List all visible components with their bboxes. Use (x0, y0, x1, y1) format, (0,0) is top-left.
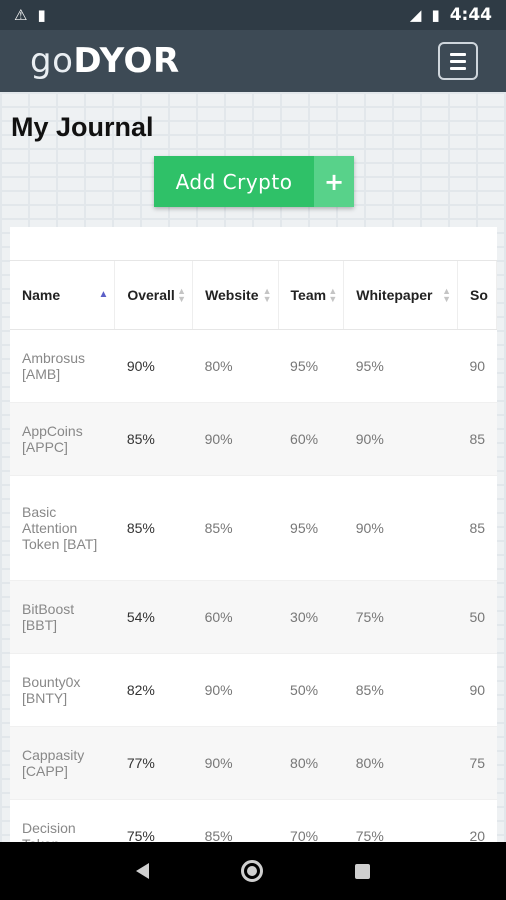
back-icon[interactable] (136, 863, 149, 879)
hamburger-menu-button[interactable] (438, 42, 478, 80)
cell-whitepaper: 75% (343, 580, 458, 654)
table-row[interactable]: Bounty0x [BNTY] 82% 90% 50% 85% 90 (10, 653, 497, 727)
cell-team: 50% (278, 653, 344, 727)
cell-website: 85% (192, 799, 279, 847)
add-crypto-button[interactable]: Add Crypto + (154, 156, 354, 207)
status-bar: ⚠ ▮ ◢ ▮ 4:44 (0, 0, 506, 30)
column-header-label: Team (290, 286, 327, 303)
table-row[interactable]: AppCoins [APPC] 85% 90% 60% 90% 85 (10, 402, 497, 476)
cell-website: 60% (192, 580, 279, 654)
column-header-label: So (470, 286, 488, 303)
cell-so: 85 (457, 402, 497, 476)
cell-website: 90% (192, 726, 279, 800)
cell-overall: 75% (114, 799, 193, 847)
cell-name: Ambrosus [AMB] (10, 329, 115, 403)
cell-team: 80% (278, 726, 344, 800)
cell-name: AppCoins [APPC] (10, 402, 115, 476)
table-toolbar (10, 227, 497, 261)
page-content: My Journal Add Crypto + Name ▲ Overall ▲ ▼ … (0, 92, 506, 847)
cell-overall: 85% (114, 475, 193, 581)
table-row[interactable]: BitBoost [BBT] 54% 60% 30% 75% 50 (10, 580, 497, 654)
status-time: 4:44 (449, 5, 492, 25)
column-header-team[interactable]: Team ▲ ▼ (278, 261, 345, 330)
table-row[interactable]: Decision Token75%85%70%75%20 (10, 799, 497, 847)
app-bar: goDYOR (0, 30, 506, 92)
cell-name: Decision Token (10, 799, 115, 847)
logo-bold-text: DYOR (73, 41, 180, 81)
hamburger-icon-bar (450, 59, 466, 63)
cell-whitepaper: 90% (343, 475, 458, 581)
warning-icon: ⚠ (14, 5, 28, 24)
table-row[interactable]: Ambrosus [AMB] 90% 80% 95% 95% 90 (10, 329, 497, 403)
cell-whitepaper: 80% (343, 726, 458, 800)
sort-ascending-icon: ▲ (98, 288, 109, 300)
journal-table: Name ▲ Overall ▲ ▼ Website ▲ ▼ Team ▲ ▼ Whitepa… (10, 261, 497, 847)
app-logo[interactable]: goDYOR (30, 41, 180, 81)
column-header-overall[interactable]: Overall ▲ ▼ (114, 261, 194, 330)
cell-so: 85 (457, 475, 497, 581)
cell-website: 90% (192, 653, 279, 727)
add-crypto-label: Add Crypto (175, 169, 293, 194)
cell-name: BitBoost [BBT] (10, 580, 115, 654)
cell-team: 95% (278, 475, 344, 581)
cell-name: Basic Attention Token [BAT] (10, 475, 115, 581)
cell-whitepaper: 95% (343, 329, 458, 403)
column-header-name[interactable]: Name ▲ (10, 261, 116, 330)
cell-so: 20 (457, 799, 497, 847)
cell-overall: 54% (114, 580, 193, 654)
cell-overall: 77% (114, 726, 193, 800)
cell-name: Cappasity [CAPP] (10, 726, 115, 800)
table-row[interactable]: Cappasity [CAPP] 77% 90% 80% 80% 75 (10, 726, 497, 800)
cell-whitepaper: 90% (343, 402, 458, 476)
cell-whitepaper: 85% (343, 653, 458, 727)
cell-so: 75 (457, 726, 497, 800)
page-title: My Journal (11, 112, 154, 142)
table-header-row: Name ▲ Overall ▲ ▼ Website ▲ ▼ Team ▲ ▼ Whitepa… (10, 261, 497, 330)
hamburger-icon-bar (450, 52, 466, 56)
column-header-whitepaper[interactable]: Whitepaper ▲ ▼ (343, 261, 459, 330)
battery-icon: ▮ (431, 5, 440, 24)
home-icon[interactable] (241, 860, 263, 882)
plus-icon: + (314, 156, 354, 207)
column-header-label: Website (205, 286, 259, 303)
cell-website: 80% (192, 329, 279, 403)
cell-so: 50 (457, 580, 497, 654)
sd-card-icon: ▮ (37, 5, 46, 24)
cell-name: Bounty0x [BNTY] (10, 653, 115, 727)
table-row[interactable]: Basic Attention Token [BAT] 85% 85% 95% 90% 8… (10, 475, 497, 581)
sort-icon: ▲ ▼ (328, 285, 338, 304)
cell-team: 95% (278, 329, 344, 403)
system-nav-bar (0, 842, 506, 900)
hamburger-icon-bar (450, 66, 466, 70)
lte-signal-icon: ◢ (409, 5, 422, 24)
cell-whitepaper: 75% (343, 799, 458, 847)
column-header-website[interactable]: Website ▲ ▼ (192, 261, 279, 330)
column-header-label: Whitepaper (356, 286, 433, 303)
journal-table-card: Name ▲ Overall ▲ ▼ Website ▲ ▼ Team ▲ ▼ Whitepa… (10, 227, 497, 847)
cell-overall: 90% (114, 329, 193, 403)
sort-icon: ▲ ▼ (177, 285, 187, 304)
cell-website: 90% (192, 402, 279, 476)
cell-team: 70% (278, 799, 344, 847)
cell-team: 30% (278, 580, 344, 654)
cell-team: 60% (278, 402, 344, 476)
column-header-label: Name (22, 286, 61, 303)
cell-overall: 85% (114, 402, 193, 476)
column-header-label: Overall (127, 286, 175, 303)
cell-so: 90 (457, 329, 497, 403)
recents-icon[interactable] (355, 863, 370, 879)
sort-icon: ▲ ▼ (262, 285, 272, 304)
sort-icon: ▲ ▼ (442, 285, 452, 304)
column-header-so[interactable]: So (457, 261, 497, 330)
cell-overall: 82% (114, 653, 193, 727)
logo-light-text: go (30, 41, 74, 81)
cell-so: 90 (457, 653, 497, 727)
cell-website: 85% (192, 475, 279, 581)
